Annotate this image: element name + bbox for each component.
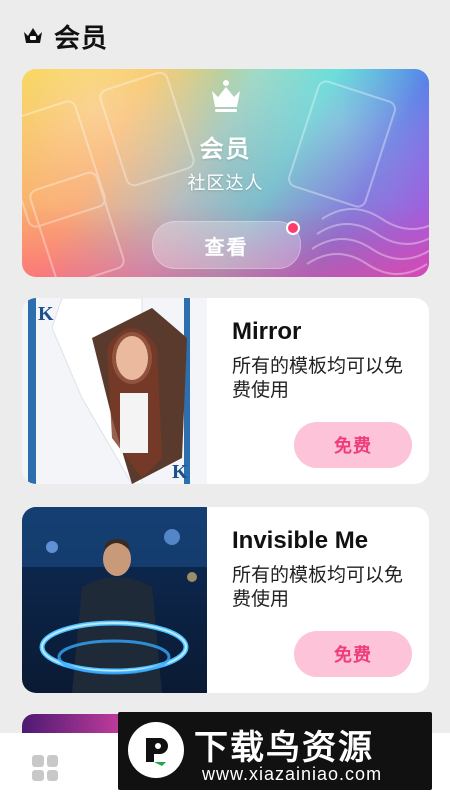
page-header: 会员 bbox=[22, 18, 108, 54]
free-button[interactable]: 免费 bbox=[294, 422, 412, 468]
free-button[interactable]: 免费 bbox=[294, 631, 412, 677]
template-title: Invisible Me bbox=[232, 527, 369, 554]
svg-text:K: K bbox=[172, 461, 188, 483]
vip-banner[interactable]: 会员 社区达人 查看 bbox=[22, 69, 429, 277]
template-card-mirror[interactable]: K K Mirror 所有的模板均可以免费使用 免费 bbox=[22, 298, 429, 484]
template-title: Mirror bbox=[232, 318, 302, 345]
vip-subtitle: 社区达人 bbox=[187, 173, 264, 194]
vip-title: 会员 bbox=[199, 135, 252, 163]
crown-icon bbox=[209, 79, 243, 113]
grid-icon[interactable] bbox=[32, 755, 58, 781]
bird-logo-icon bbox=[128, 722, 184, 778]
view-button[interactable]: 查看 bbox=[152, 221, 301, 269]
svg-text:K: K bbox=[38, 303, 54, 325]
template-description: 所有的模板均可以免费使用 bbox=[232, 355, 404, 401]
page-title: 会员 bbox=[54, 23, 109, 54]
template-thumbnail bbox=[22, 507, 207, 693]
notification-dot bbox=[286, 221, 300, 235]
template-card-invisible-me[interactable]: Invisible Me 所有的模板均可以免费使用 免费 bbox=[22, 507, 429, 693]
watermark-banner: 下载鸟资源 www.xiazainiao.com bbox=[118, 712, 432, 790]
crown-icon bbox=[22, 25, 44, 47]
template-description: 所有的模板均可以免费使用 bbox=[232, 564, 404, 610]
watermark-url: www.xiazainiao.com bbox=[202, 764, 383, 784]
watermark-title: 下载鸟资源 bbox=[194, 728, 374, 768]
template-thumbnail: K K bbox=[22, 298, 207, 484]
